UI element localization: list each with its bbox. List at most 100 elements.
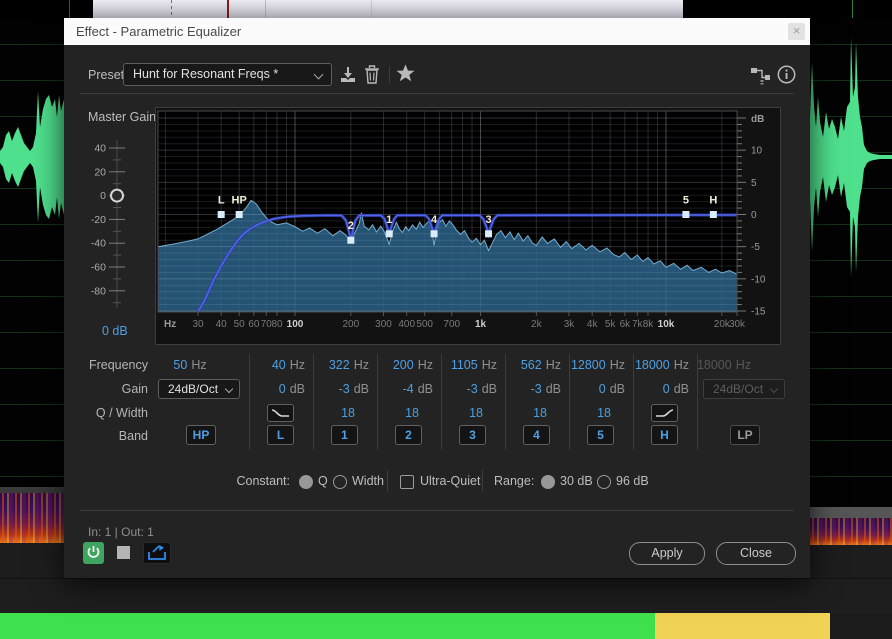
constant-q-radio[interactable]: [299, 475, 313, 489]
svg-text:3k: 3k: [564, 319, 576, 330]
effect-power-button[interactable]: [83, 542, 104, 564]
constant-width-radio[interactable]: [333, 475, 347, 489]
band5-gain-value[interactable]: 0dB: [555, 382, 625, 396]
band5-frequency-value[interactable]: 12800Hz: [555, 358, 625, 372]
band-marker-L[interactable]: [218, 211, 225, 218]
h-gain-value[interactable]: 0dB: [619, 382, 689, 396]
svg-text:1k: 1k: [475, 319, 487, 330]
svg-text:700: 700: [443, 319, 460, 330]
range-label: Range:: [494, 474, 534, 488]
band-4-button[interactable]: 4: [523, 425, 550, 445]
x-axis: Hz3040506070801002003004005007001k2k3k4k…: [164, 312, 746, 330]
svg-text:H: H: [709, 195, 717, 207]
band-hp-button[interactable]: HP: [186, 425, 216, 445]
dialog-titlebar[interactable]: Effect - Parametric Equalizer ×: [64, 18, 810, 45]
ultra-quiet-label: Ultra-Quiet: [420, 474, 480, 488]
hp-frequency-value[interactable]: 50Hz: [158, 358, 222, 372]
close-icon[interactable]: ×: [788, 23, 805, 40]
level-meter-yellow: [655, 613, 830, 639]
svg-text:dB: dB: [751, 114, 764, 125]
svg-text:5: 5: [751, 178, 757, 189]
band-3-button[interactable]: 3: [459, 425, 486, 445]
svg-text:100: 100: [287, 319, 304, 330]
delete-preset-button[interactable]: [363, 64, 381, 90]
band-marker-HP[interactable]: [236, 211, 243, 218]
svg-text:200: 200: [342, 319, 359, 330]
timeline-gray-line: [265, 0, 266, 18]
band1-frequency-value[interactable]: 322Hz: [299, 358, 369, 372]
band-5-button[interactable]: 5: [587, 425, 614, 445]
routing-button[interactable]: [750, 65, 772, 90]
low-shelf-icon: [268, 405, 293, 421]
y-axis: dB1050-5-10-15: [737, 114, 766, 317]
info-button[interactable]: [776, 64, 797, 90]
stop-button[interactable]: [117, 546, 130, 559]
band5-q-value[interactable]: 18: [555, 406, 611, 420]
l-frequency-value[interactable]: 40Hz: [235, 358, 305, 372]
band3-q-value[interactable]: 18: [427, 406, 483, 420]
band-marker-4[interactable]: [431, 230, 438, 237]
routing-icon: [750, 65, 772, 85]
band2-gain-value[interactable]: -4dB: [363, 382, 433, 396]
range-30db-radio[interactable]: [541, 475, 555, 489]
chevron-down-icon: [770, 385, 778, 393]
master-gain-knob[interactable]: [111, 190, 123, 202]
range-96db-label: 96 dB: [616, 474, 649, 488]
band-marker-3[interactable]: [485, 230, 492, 237]
svg-text:-20: -20: [91, 214, 106, 226]
spectrogram-header-right: [810, 507, 892, 518]
level-meter-green: [0, 613, 655, 639]
band2-q-value[interactable]: 18: [363, 406, 419, 420]
master-gain-value[interactable]: 0 dB: [102, 324, 128, 338]
l-gain-value[interactable]: 0dB: [235, 382, 305, 396]
preview-output-button[interactable]: [143, 542, 171, 564]
band3-gain-value[interactable]: -3dB: [427, 382, 497, 396]
band-marker-2[interactable]: [347, 237, 354, 244]
h-frequency-value[interactable]: 18000Hz: [619, 358, 689, 372]
export-icon: [144, 543, 170, 563]
apply-button[interactable]: Apply: [629, 542, 705, 565]
svg-text:6k: 6k: [620, 319, 632, 330]
svg-text:500: 500: [416, 319, 433, 330]
status-band: [0, 578, 892, 614]
master-gain-slider[interactable]: 40 20 0 -20 -40 -60 -80: [85, 128, 151, 324]
constant-q-label: Q: [318, 474, 328, 488]
band-marker-5[interactable]: [682, 211, 689, 218]
band-marker-H[interactable]: [710, 211, 717, 218]
svg-text:Hz: Hz: [164, 319, 176, 330]
q-width-row-label: Q / Width: [68, 406, 148, 420]
waveform-panel-right: [810, 18, 892, 507]
svg-text:30k: 30k: [729, 319, 746, 330]
lp-frequency-value: 18000Hz: [681, 358, 751, 372]
range-96db-radio[interactable]: [597, 475, 611, 489]
band-lp-button[interactable]: LP: [730, 425, 760, 445]
l-shelf-button[interactable]: [267, 404, 294, 422]
band-l-button[interactable]: L: [267, 425, 294, 445]
band4-gain-value[interactable]: -3dB: [491, 382, 561, 396]
band1-q-value[interactable]: 18: [299, 406, 355, 420]
timeline-strip: [0, 0, 892, 18]
eq-graph[interactable]: LHP21435HHz30405060708010020030040050070…: [155, 107, 781, 345]
hp-slope-dropdown[interactable]: 24dB/Oct: [158, 379, 240, 399]
presets-dropdown[interactable]: Hunt for Resonant Freqs *: [123, 63, 332, 86]
svg-text:80: 80: [271, 319, 283, 330]
band-2-button[interactable]: 2: [395, 425, 422, 445]
spectrogram-right: [810, 518, 892, 545]
band1-gain-value[interactable]: -3dB: [299, 382, 369, 396]
svg-text:10: 10: [751, 146, 763, 157]
band2-frequency-value[interactable]: 200Hz: [363, 358, 433, 372]
band4-q-value[interactable]: 18: [491, 406, 547, 420]
favorite-button[interactable]: [395, 63, 416, 89]
band-1-button[interactable]: 1: [331, 425, 358, 445]
band-h-button[interactable]: H: [651, 425, 678, 445]
band-marker-1[interactable]: [386, 230, 393, 237]
close-button[interactable]: Close: [716, 542, 796, 565]
band4-frequency-value[interactable]: 562Hz: [491, 358, 561, 372]
trash-icon: [363, 64, 381, 85]
save-preset-button[interactable]: [338, 65, 358, 90]
ultra-quiet-checkbox[interactable]: [400, 475, 414, 489]
band3-frequency-value[interactable]: 1105Hz: [427, 358, 497, 372]
svg-text:4k: 4k: [587, 319, 599, 330]
svg-text:10k: 10k: [658, 319, 675, 330]
h-shelf-button[interactable]: [651, 404, 678, 422]
